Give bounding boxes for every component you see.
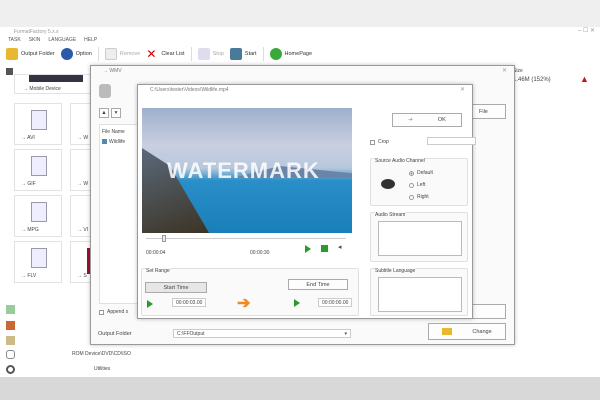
file-list[interactable]: File Name Wildlife (99, 124, 139, 304)
remove-button[interactable]: Remove (104, 48, 140, 60)
clear-x-icon: ✕ (146, 47, 157, 61)
up-button[interactable]: ▲ (99, 108, 109, 118)
remove-icon (104, 48, 117, 60)
stop-button[interactable]: Stop (197, 48, 224, 60)
seek-bar[interactable] (146, 238, 346, 239)
utilities-label[interactable]: Utilities (94, 366, 110, 372)
file-name-header: File Name (102, 129, 125, 135)
menu-help[interactable]: HELP (84, 37, 97, 45)
clip-dialog-title: C:\Users\tester\Videos\Wildlife.mp4 (150, 87, 229, 93)
change-button[interactable]: Change (428, 323, 506, 340)
subtitle-language-group: Subtitle Language (370, 268, 468, 316)
down-button[interactable]: ▾ (111, 108, 121, 118)
wmv-logo-icon (99, 84, 111, 98)
window-controls[interactable]: – ☐ ✕ (578, 27, 595, 34)
flv-file-icon (31, 248, 47, 268)
mobile-device-tile[interactable]: → Mobile Device (14, 74, 94, 94)
append-checkbox[interactable]: Append s (99, 309, 128, 315)
picture-category-icon[interactable] (6, 321, 15, 330)
mpg-file-icon (31, 202, 47, 222)
watermark-text: WATERMARK (167, 158, 320, 183)
menu-skin[interactable]: SKIN (29, 37, 41, 45)
start-time-field[interactable]: 00:00:03.00 (172, 298, 206, 307)
radio-right[interactable]: Right (409, 194, 429, 200)
tile-w1[interactable]: → W (70, 103, 92, 145)
seek-handle[interactable] (162, 235, 166, 242)
output-folder-select[interactable]: C:\FFOutput ▾ (173, 329, 351, 338)
audio-stream-list[interactable] (378, 221, 462, 256)
tile-w2[interactable]: → W (70, 149, 92, 191)
stop-icon (197, 48, 210, 60)
current-time: 00:00:04 (146, 250, 166, 256)
toolbar: Output Folder Option Remove ✕ Clear List … (6, 46, 312, 62)
file-row[interactable]: Wildlife (100, 139, 138, 145)
option-icon (60, 48, 73, 60)
volume-icon[interactable]: ◂ (338, 243, 342, 251)
wmv-dialog-title: → WMV (103, 68, 122, 74)
tile-w3[interactable]: → VI (70, 195, 92, 237)
avi-file-icon (31, 110, 47, 130)
devices-icon (29, 75, 83, 82)
play-icon[interactable] (305, 245, 311, 253)
clear-list-button[interactable]: ✕ Clear List (146, 48, 184, 60)
document-category-icon[interactable] (6, 336, 15, 345)
end-time-field[interactable]: 00:00:00.00 (318, 298, 352, 307)
clip-dialog: C:\Users\tester\Videos\Wildlife.mp4 ✕ WA… (137, 84, 476, 319)
start-button[interactable]: Start (229, 48, 257, 60)
crop-checkbox[interactable]: Crop (370, 139, 389, 145)
menu-task[interactable]: TASK (8, 37, 21, 45)
rom-category-icon[interactable] (6, 350, 15, 359)
folder-icon (6, 48, 18, 60)
speaker-icon (381, 179, 395, 189)
start-icon (229, 48, 242, 60)
set-range-group: Set Range Start Time End Time 00:00:03.0… (141, 268, 359, 316)
homepage-button[interactable]: HomePage (269, 48, 312, 60)
close-icon[interactable]: ✕ (502, 67, 507, 74)
size-value: 1.46M (152%) (513, 77, 551, 83)
end-time-button[interactable]: End Time (288, 279, 348, 290)
tile-mpg[interactable]: → MPG (14, 195, 62, 237)
tile-gif[interactable]: → GIF (14, 149, 62, 191)
source-audio-group: Source Audio Channel Default Left Right (370, 158, 468, 206)
menu-language[interactable]: LANGUAGE (48, 37, 76, 45)
dropdown-arrow-icon: ▾ (344, 330, 347, 337)
checkbox[interactable] (102, 139, 107, 144)
tile-avi[interactable]: → AVI (14, 103, 62, 145)
play-start-icon[interactable] (147, 300, 153, 308)
option-button[interactable]: Option (60, 48, 92, 60)
bottom-band (0, 377, 600, 400)
tile-w4[interactable]: → S (70, 241, 92, 283)
output-folder-button[interactable]: Output Folder (6, 48, 55, 60)
crop-field[interactable] (427, 137, 476, 145)
arrow-right-icon: ➔ (237, 295, 251, 312)
rom-device-label[interactable]: ROM Device\DVD\CD\ISO (72, 351, 131, 357)
audio-category-icon[interactable] (6, 305, 15, 314)
folder-icon (442, 328, 453, 335)
app-title: FormatFactory 5.x.x (14, 29, 59, 35)
video-preview[interactable]: WATERMARK (142, 108, 352, 233)
start-time-button[interactable]: Start Time (145, 282, 207, 293)
utilities-category-icon[interactable] (6, 365, 15, 374)
radio-default[interactable]: Default (409, 170, 433, 176)
subtitle-language-list[interactable] (378, 277, 462, 312)
divider (97, 47, 99, 61)
divider (190, 47, 192, 61)
output-folder-label: Output Folder (98, 331, 132, 337)
radio-left[interactable]: Left (409, 182, 425, 188)
ok-arrow-icon: ➔ (408, 117, 413, 123)
red-arrow-icon[interactable]: ▲ (580, 74, 589, 84)
gif-file-icon (31, 156, 47, 176)
close-icon[interactable]: ✕ (460, 86, 465, 93)
sidebar-icon (6, 68, 13, 75)
menu-bar: TASK SKIN LANGUAGE HELP (8, 37, 97, 45)
divider (262, 47, 264, 61)
total-time: 00:00:30 (250, 250, 270, 256)
tile-flv[interactable]: → FLV (14, 241, 62, 283)
audio-stream-group: Audio Stream (370, 212, 468, 262)
snapshot-icon[interactable] (321, 245, 328, 252)
play-end-icon[interactable] (294, 299, 300, 307)
top-band (0, 0, 600, 27)
globe-icon (269, 48, 282, 60)
ok-button[interactable]: ➔ OK (392, 113, 462, 127)
